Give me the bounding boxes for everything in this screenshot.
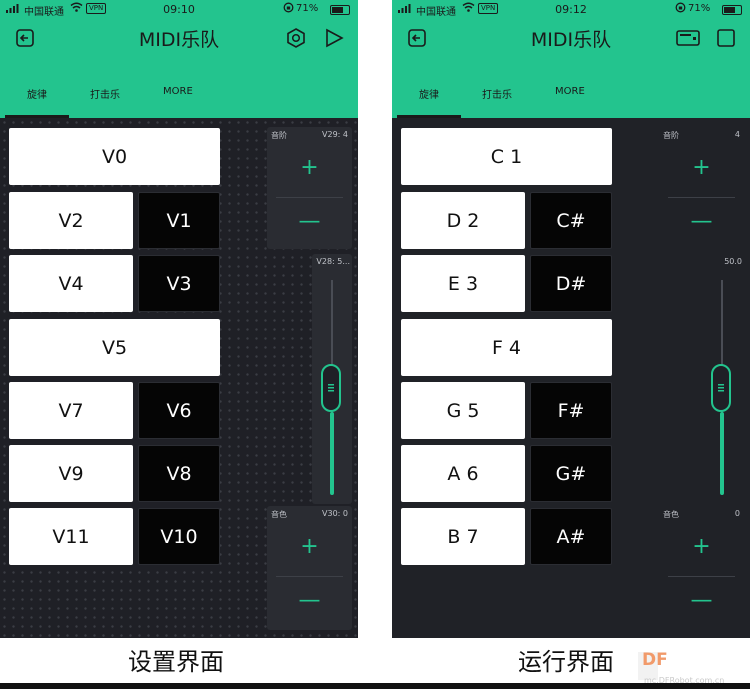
tone-stepper: 音色 0 + — <box>659 506 744 630</box>
key-b7[interactable]: B 7 <box>401 508 525 565</box>
slider-fill <box>330 412 334 495</box>
tab-more[interactable]: MORE <box>555 86 585 97</box>
orientation-lock-icon <box>283 2 294 16</box>
tone-plus-button[interactable]: + <box>267 534 352 559</box>
tone-plus-button[interactable]: + <box>659 534 744 559</box>
key-v6[interactable]: V6 <box>138 382 220 439</box>
tone-minus-button[interactable]: — <box>659 588 744 613</box>
bottom-edge <box>0 683 750 689</box>
key-v3[interactable]: V3 <box>138 255 220 312</box>
tone-stepper-label: 音色 <box>271 510 287 519</box>
tone-stepper-value: 0 <box>734 509 740 518</box>
key-g5[interactable]: G 5 <box>401 382 525 439</box>
tab-melody[interactable]: 旋律 <box>27 86 47 101</box>
key-v8[interactable]: V8 <box>138 445 220 502</box>
key-c1[interactable]: C 1 <box>401 128 612 185</box>
tone-minus-button[interactable]: — <box>267 588 352 613</box>
battery-percent: 71% <box>296 3 319 14</box>
tab-bar: 旋律 打击乐 MORE <box>0 80 358 118</box>
setup-caption: 设置界面 <box>128 648 224 676</box>
scale-stepper: 音阶 V29: 4 + — <box>267 127 352 249</box>
stepper-divider <box>668 197 735 198</box>
slider-fill <box>720 412 724 495</box>
scale-stepper-value: 4 <box>734 130 740 139</box>
tab-melody[interactable]: 旋律 <box>419 86 439 101</box>
slider-knob[interactable] <box>711 364 731 412</box>
key-f-sharp[interactable]: F# <box>530 382 612 439</box>
app-header: 中国联通 VPN 09:12 71% MIDI乐队 旋律 打击乐 MORE <box>392 0 750 118</box>
slider-knob[interactable] <box>321 364 341 412</box>
key-d2[interactable]: D 2 <box>401 192 525 249</box>
play-icon[interactable] <box>324 28 344 48</box>
tab-more[interactable]: MORE <box>163 86 193 97</box>
key-v4[interactable]: V4 <box>9 255 133 312</box>
key-d-sharp[interactable]: D# <box>530 255 612 312</box>
battery-percent: 71% <box>688 3 711 14</box>
key-a-sharp[interactable]: A# <box>530 508 612 565</box>
volume-slider-widget: 50.0 <box>704 254 744 504</box>
key-f4[interactable]: F 4 <box>401 319 612 376</box>
key-v5[interactable]: V5 <box>9 319 220 376</box>
setup-screen: 中国联通 VPN 09:10 71% MIDI乐队 旋律 打击乐 MORE V0… <box>0 0 358 638</box>
app-header: 中国联通 VPN 09:10 71% MIDI乐队 旋律 打击乐 MORE <box>0 0 358 118</box>
key-v7[interactable]: V7 <box>9 382 133 439</box>
scale-plus-button[interactable]: + <box>659 155 744 180</box>
active-tab-indicator <box>5 115 69 118</box>
stepper-divider <box>276 576 343 577</box>
run-caption: 运行界面 <box>518 648 614 676</box>
tab-percussion[interactable]: 打击乐 <box>90 86 120 101</box>
key-v1[interactable]: V1 <box>138 192 220 249</box>
key-c-sharp[interactable]: C# <box>530 192 612 249</box>
device-status-icon[interactable] <box>676 28 700 48</box>
orientation-lock-icon <box>675 2 686 16</box>
key-a6[interactable]: A 6 <box>401 445 525 502</box>
scale-stepper-label: 音阶 <box>271 131 287 140</box>
key-v9[interactable]: V9 <box>9 445 133 502</box>
scale-stepper: 音阶 4 + — <box>659 127 744 249</box>
key-v2[interactable]: V2 <box>9 192 133 249</box>
slider-value: 50.0 <box>724 257 742 266</box>
volume-slider-widget: V28: 5... <box>312 254 352 504</box>
status-bar: 中国联通 VPN 09:12 71% <box>392 0 750 18</box>
settings-hexagon-icon[interactable] <box>286 28 306 48</box>
key-v11[interactable]: V11 <box>9 508 133 565</box>
grip-icon <box>718 384 724 392</box>
slider-value: V28: 5... <box>316 257 350 266</box>
stepper-divider <box>668 576 735 577</box>
tone-stepper-label: 音色 <box>663 510 679 519</box>
tab-bar: 旋律 打击乐 MORE <box>392 80 750 118</box>
key-e3[interactable]: E 3 <box>401 255 525 312</box>
battery-icon <box>722 5 742 15</box>
active-tab-indicator <box>397 115 461 118</box>
stop-icon[interactable] <box>716 28 736 48</box>
watermark-logo: DF <box>642 650 668 670</box>
run-screen: 中国联通 VPN 09:12 71% MIDI乐队 旋律 打击乐 MORE C … <box>392 0 750 638</box>
scale-stepper-value: V29: 4 <box>322 130 348 139</box>
tone-stepper-value: V30: 0 <box>322 509 348 518</box>
key-v10[interactable]: V10 <box>138 508 220 565</box>
tab-percussion[interactable]: 打击乐 <box>482 86 512 101</box>
stepper-divider <box>276 197 343 198</box>
scale-minus-button[interactable]: — <box>267 209 352 234</box>
scale-minus-button[interactable]: — <box>659 209 744 234</box>
grip-icon <box>328 384 334 392</box>
key-v0[interactable]: V0 <box>9 128 220 185</box>
scale-plus-button[interactable]: + <box>267 155 352 180</box>
key-g-sharp[interactable]: G# <box>530 445 612 502</box>
scale-stepper-label: 音阶 <box>663 131 679 140</box>
battery-icon <box>330 5 350 15</box>
status-bar: 中国联通 VPN 09:10 71% <box>0 0 358 18</box>
tone-stepper: 音色 V30: 0 + — <box>267 506 352 630</box>
